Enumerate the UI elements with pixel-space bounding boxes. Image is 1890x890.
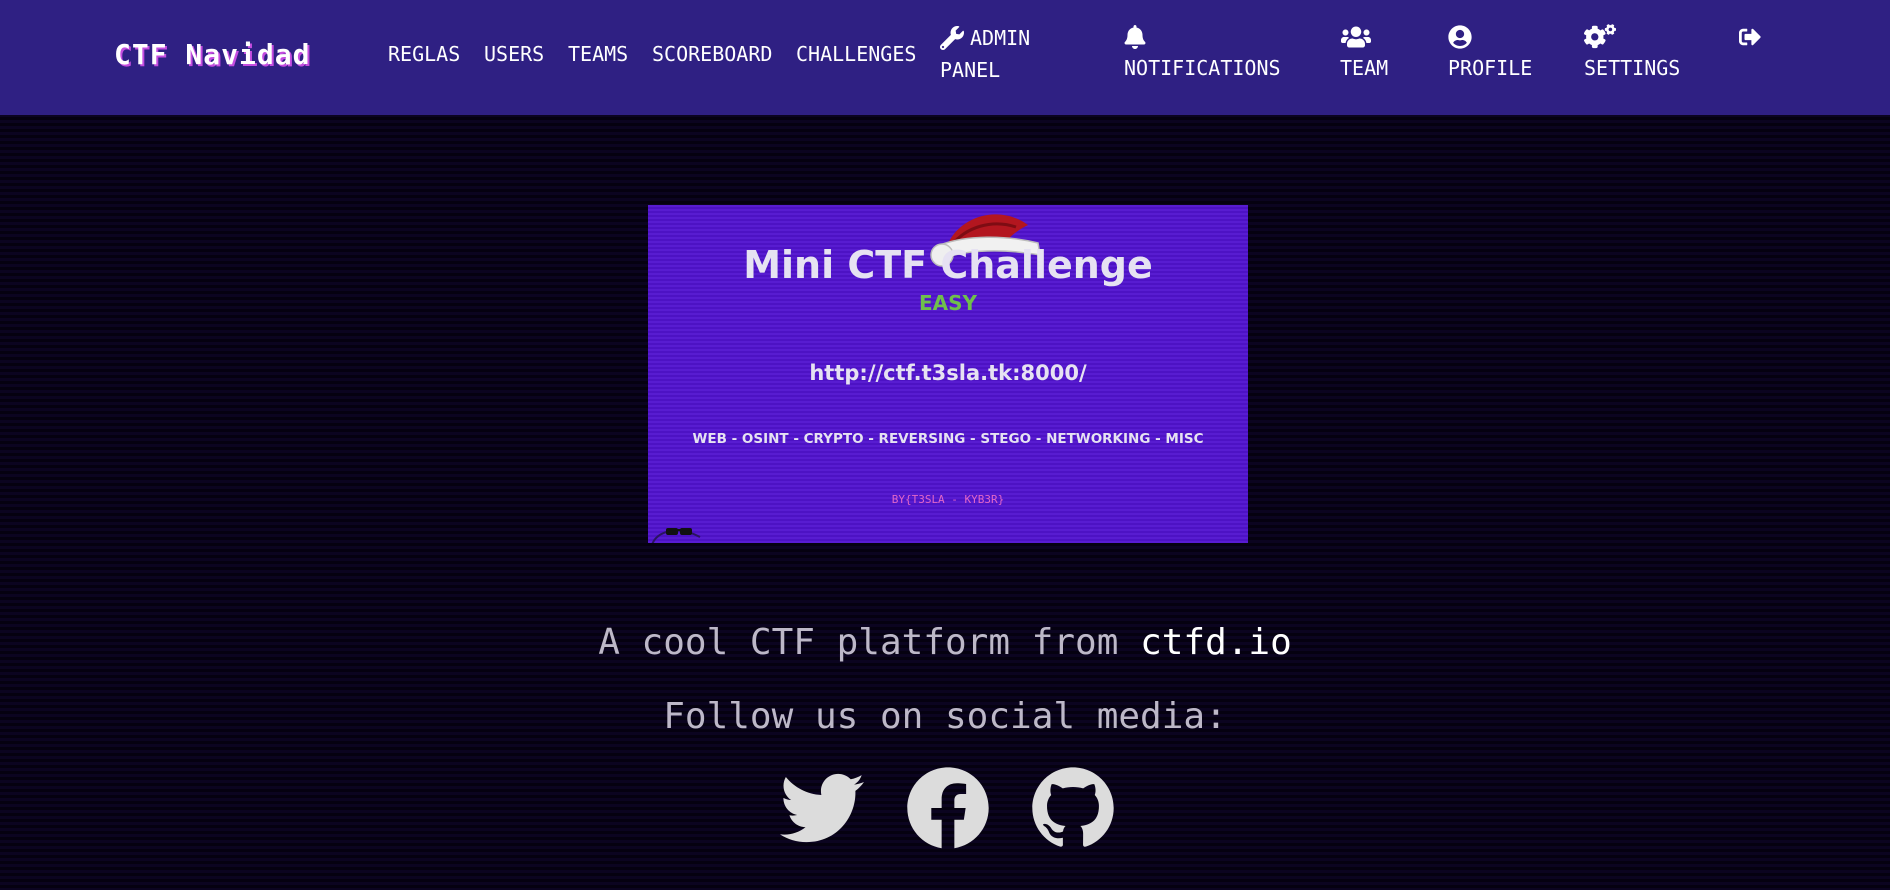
follow-heading: Follow us on social media: bbox=[663, 696, 1227, 737]
top-navbar: CTF Navidad REGLAS USERS TEAMS SCOREBOAR… bbox=[0, 0, 1890, 115]
challenge-url: http://ctf.t3sla.tk:8000/ bbox=[809, 361, 1087, 385]
profile-label: PROFILE bbox=[1448, 56, 1533, 80]
nav-link-scoreboard[interactable]: SCOREBOARD bbox=[652, 44, 772, 64]
team-label: TEAM bbox=[1340, 56, 1389, 80]
admin-label-line1: ADMIN bbox=[970, 26, 1031, 50]
difficulty-badge: EASY bbox=[918, 291, 978, 315]
wrench-icon bbox=[940, 26, 964, 50]
challenge-banner: Mini CTF Challenge EASY http://ctf.t3sla… bbox=[648, 205, 1248, 543]
cogs-icon bbox=[1584, 24, 1616, 50]
nav-link-users[interactable]: USERS bbox=[484, 44, 544, 64]
nav-profile[interactable]: PROFILE bbox=[1448, 24, 1532, 86]
notifications-label: NOTIFICATIONS bbox=[1124, 56, 1281, 80]
sign-out-icon bbox=[1738, 26, 1762, 48]
platform-tagline: A cool CTF platform from ctfd.io bbox=[0, 622, 1890, 663]
sunglasses-icon bbox=[648, 523, 708, 543]
twitter-icon[interactable] bbox=[780, 766, 864, 850]
banner-credits: BY{T3SLA - KYB3R} bbox=[891, 493, 1005, 506]
nav-logout[interactable] bbox=[1738, 24, 1762, 50]
nav-team[interactable]: TEAM bbox=[1340, 24, 1388, 86]
nav-link-challenges[interactable]: CHALLENGES bbox=[796, 44, 916, 64]
tagline-text: A cool CTF platform from bbox=[598, 622, 1141, 663]
user-circle-icon bbox=[1448, 25, 1472, 49]
nav-notifications[interactable]: NOTIFICATIONS bbox=[1124, 24, 1281, 86]
bell-icon bbox=[1124, 25, 1146, 49]
nav-link-teams[interactable]: TEAMS bbox=[568, 44, 628, 64]
banner-title: Mini CTF Challenge bbox=[743, 243, 1153, 287]
settings-label: SETTINGS bbox=[1584, 56, 1681, 80]
site-brand[interactable]: CTF Navidad bbox=[114, 38, 310, 71]
nav-settings[interactable]: SETTINGS bbox=[1584, 24, 1680, 86]
facebook-icon[interactable] bbox=[906, 766, 990, 850]
nav-link-reglas[interactable]: REGLAS bbox=[388, 44, 460, 64]
ctfd-link[interactable]: ctfd.io bbox=[1140, 622, 1292, 663]
users-icon bbox=[1340, 25, 1372, 49]
github-icon[interactable] bbox=[1031, 766, 1115, 850]
nav-admin-panel[interactable]: ADMIN PANEL bbox=[940, 22, 1030, 88]
admin-label-line2: PANEL bbox=[940, 58, 1001, 82]
challenge-categories: WEB - OSINT - CRYPTO - REVERSING - STEGO… bbox=[692, 431, 1204, 447]
